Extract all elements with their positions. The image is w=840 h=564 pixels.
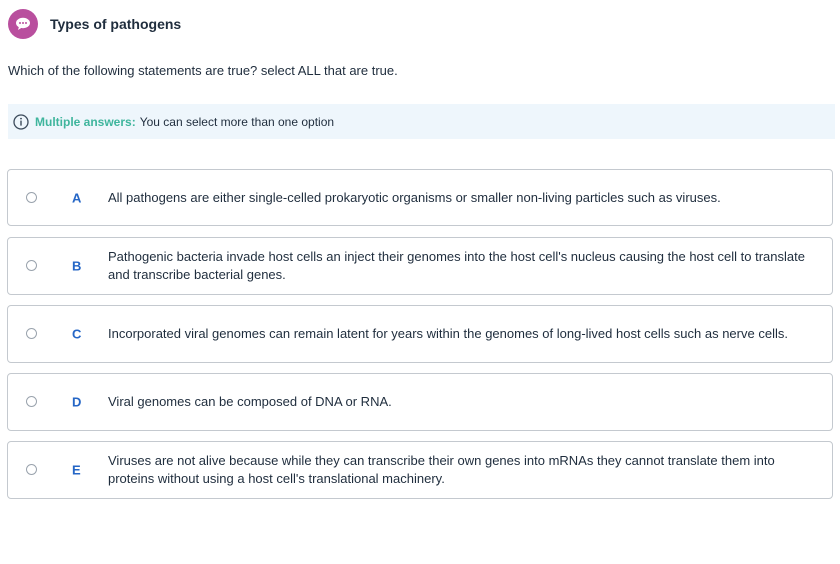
info-text: You can select more than one option [139,114,335,129]
option-letter: E [72,462,81,478]
answer-option-d[interactable]: D Viral genomes can be composed of DNA o… [7,373,833,431]
radio-button[interactable] [26,328,37,339]
answer-option-b[interactable]: B Pathogenic bacteria invade host cells … [7,237,833,295]
answer-option-c[interactable]: C Incorporated viral genomes can remain … [7,305,833,363]
radio-button[interactable] [26,464,37,475]
option-text: Incorporated viral genomes can remain la… [108,326,788,341]
option-letter: D [72,394,82,410]
radio-button[interactable] [26,191,37,203]
radio-button[interactable] [26,260,37,271]
info-banner: Multiple answers: You can select more th… [8,104,835,139]
option-letter: A [72,190,82,205]
quiz-page: Types of pathogens Which of the followin… [0,0,840,564]
answer-option-e[interactable]: E Viruses are not alive because while th… [7,441,833,499]
page-title: Types of pathogens [50,16,182,32]
chat-bubble-icon [8,9,38,39]
info-icon [13,113,29,130]
radio-button[interactable] [26,396,37,407]
option-text: Viruses are not alive because while they… [108,453,775,486]
option-text: Pathogenic bacteria invade host cells an… [108,249,805,282]
answer-option-a[interactable]: A All pathogens are either single-celled… [7,169,833,226]
option-text: Viral genomes can be composed of DNA or … [108,394,392,409]
option-letter: C [72,326,82,342]
quiz-header: Types of pathogens [8,9,181,39]
question-text: Which of the following statements are tr… [8,63,398,78]
option-text: All pathogens are either single-celled p… [108,189,721,205]
info-label: Multiple answers: [35,114,136,129]
option-letter: B [72,258,82,274]
